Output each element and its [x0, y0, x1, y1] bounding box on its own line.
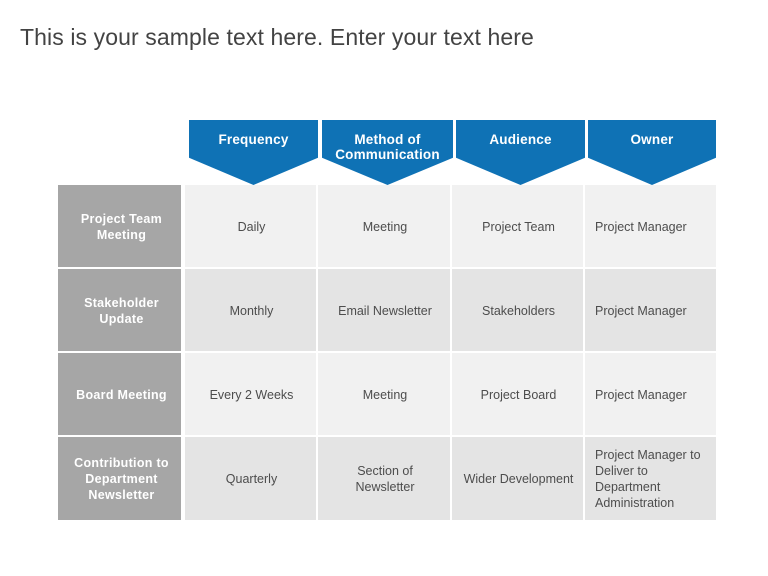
- table-body: Project Team Meeting Daily Meeting Projec…: [58, 185, 716, 520]
- communication-matrix-table: Frequency Method of Communication Audienc…: [58, 120, 716, 520]
- row-header-label: Contribution to Department Newsletter: [74, 455, 169, 502]
- row-cells: Quarterly Section of Newsletter Wider De…: [181, 437, 716, 520]
- column-header-label: Frequency: [218, 132, 289, 147]
- column-header-label: Audience: [489, 132, 552, 147]
- cell-frequency: Quarterly: [185, 437, 318, 520]
- column-header-label: Owner: [630, 132, 674, 147]
- cell-method: Email Newsletter: [316, 269, 452, 352]
- cell-owner: Project Manager: [583, 269, 716, 352]
- row-header-label: Stakeholder Update: [84, 295, 159, 326]
- column-header-audience[interactable]: Audience: [456, 120, 585, 185]
- slide-canvas: This is your sample text here. Enter you…: [0, 0, 768, 576]
- cell-owner: Project Manager: [583, 185, 716, 268]
- cell-frequency: Monthly: [185, 269, 318, 352]
- cell-method: Meeting: [316, 185, 452, 268]
- row-cells: Daily Meeting Project Team Project Manag…: [181, 185, 716, 268]
- column-header-owner[interactable]: Owner: [588, 120, 716, 185]
- row-header-label: Project Team Meeting: [80, 211, 163, 242]
- cell-method: Meeting: [316, 353, 452, 436]
- cell-audience: Project Board: [450, 353, 585, 436]
- cell-owner: Project Manager to Deliver to Department…: [583, 437, 716, 520]
- column-header-method-of-communication[interactable]: Method of Communication: [322, 120, 453, 185]
- row-header-project-team-meeting[interactable]: Project Team Meeting: [58, 185, 185, 268]
- table-header-row: Frequency Method of Communication Audienc…: [189, 120, 716, 185]
- column-header-frequency[interactable]: Frequency: [189, 120, 318, 185]
- row-header-contribution-to-department-newsletter[interactable]: Contribution to Department Newsletter: [58, 437, 185, 520]
- table-row: Stakeholder Update Monthly Email Newslett…: [58, 269, 716, 353]
- table-row: Board Meeting Every 2 Weeks Meeting Proj…: [58, 353, 716, 437]
- row-header-stakeholder-update[interactable]: Stakeholder Update: [58, 269, 185, 352]
- column-header-label: Method of Communication: [335, 132, 440, 162]
- cell-frequency: Daily: [185, 185, 318, 268]
- row-header-board-meeting[interactable]: Board Meeting: [58, 353, 185, 436]
- row-cells: Every 2 Weeks Meeting Project Board Proj…: [181, 353, 716, 436]
- cell-audience: Project Team: [450, 185, 585, 268]
- cell-method: Section of Newsletter: [316, 437, 452, 520]
- row-header-label: Board Meeting: [76, 387, 167, 402]
- cell-audience: Stakeholders: [450, 269, 585, 352]
- cell-frequency: Every 2 Weeks: [185, 353, 318, 436]
- table-row: Contribution to Department Newsletter Quar…: [58, 437, 716, 520]
- cell-audience: Wider Development: [450, 437, 585, 520]
- table-row: Project Team Meeting Daily Meeting Projec…: [58, 185, 716, 269]
- row-cells: Monthly Email Newsletter Stakeholders Pr…: [181, 269, 716, 352]
- cell-owner: Project Manager: [583, 353, 716, 436]
- page-title: This is your sample text here. Enter you…: [20, 24, 534, 50]
